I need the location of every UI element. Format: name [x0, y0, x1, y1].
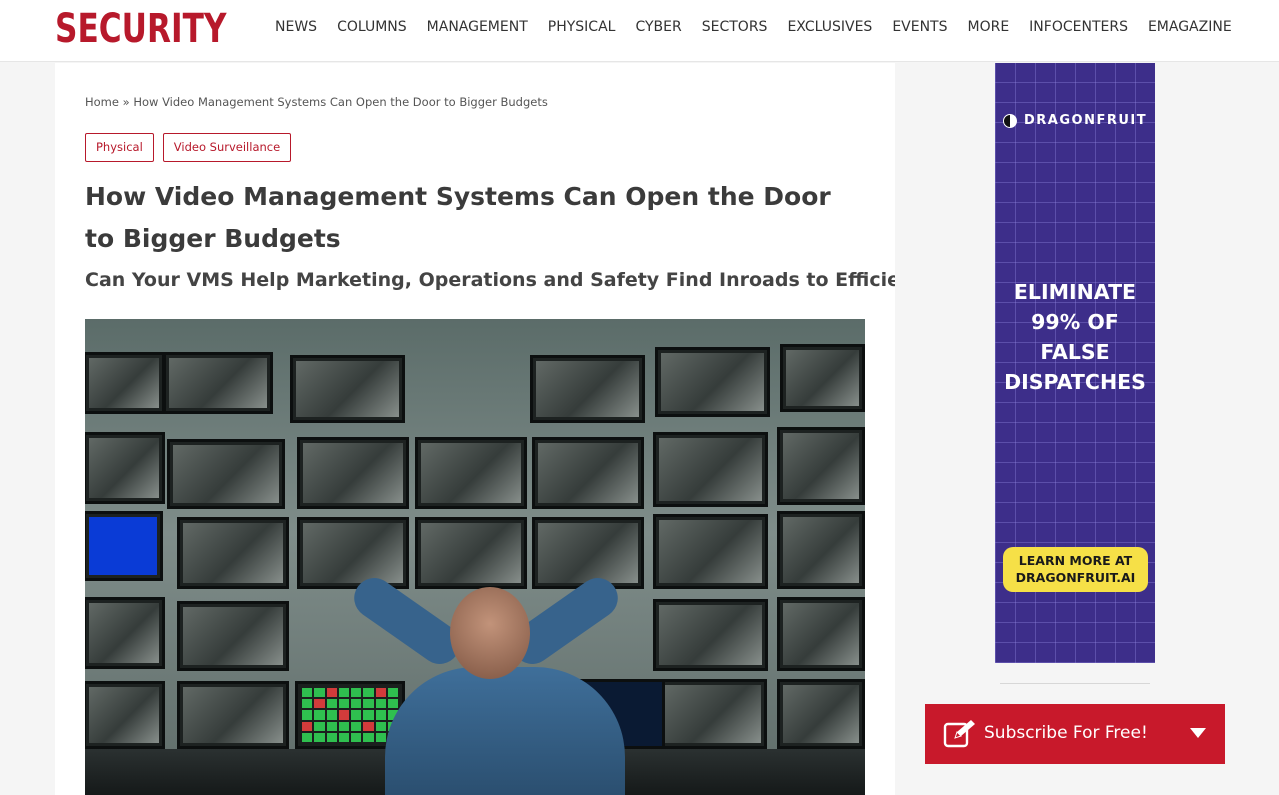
dragonfruit-ad-banner[interactable]: DRAGONFRUIT ELIMINATE 99% OF FALSE DISPA… [995, 63, 1155, 663]
monitor [653, 514, 768, 589]
monitor [177, 681, 289, 749]
nav-item-sectors[interactable]: SECTORS [692, 19, 778, 39]
monitor [85, 352, 165, 414]
monitor [777, 511, 865, 589]
subscribe-label: Subscribe For Free! [984, 723, 1148, 743]
monitor [777, 427, 865, 505]
monitor [655, 347, 770, 417]
nav-item-management[interactable]: MANAGEMENT [417, 19, 538, 39]
site-header: SECURITY NEWS COLUMNS MANAGEMENT PHYSICA… [0, 0, 1279, 62]
monitor [532, 437, 644, 509]
monitor [297, 517, 409, 589]
person-body [385, 667, 625, 795]
tag-video-surveillance[interactable]: Video Surveillance [162, 133, 292, 162]
monitor [653, 432, 768, 507]
monitor [415, 517, 527, 589]
breadcrumb-current: How Video Management Systems Can Open th… [133, 95, 548, 109]
monitor [163, 352, 273, 414]
monitor [415, 437, 527, 509]
monitor [85, 681, 165, 749]
nav-item-events[interactable]: EVENTS [882, 19, 957, 39]
nav-item-more[interactable]: MORE [958, 19, 1020, 39]
monitor [530, 355, 645, 423]
monitor [177, 517, 289, 589]
pencil-edit-icon [943, 720, 975, 748]
nav-item-columns[interactable]: COLUMNS [327, 19, 417, 39]
article-tags: Physical Video Surveillance [85, 133, 292, 162]
article-main: Home » How Video Management Systems Can … [55, 63, 895, 795]
caret-down-icon[interactable] [1190, 728, 1206, 738]
person-head [450, 587, 530, 679]
breadcrumb-separator: » [118, 95, 134, 109]
ad-cta-button[interactable]: LEARN MORE AT DRAGONFRUIT.AI [1003, 547, 1148, 592]
nav-item-physical[interactable]: PHYSICAL [538, 19, 626, 39]
breadcrumb: Home » How Video Management Systems Can … [85, 95, 548, 109]
nav-item-cyber[interactable]: CYBER [625, 19, 691, 39]
monitor-blue [85, 511, 163, 581]
monitor [85, 597, 165, 669]
ad-brand: DRAGONFRUIT [1003, 113, 1147, 128]
monitor [290, 355, 405, 423]
nav-item-emagazine[interactable]: EMAGAZINE [1138, 19, 1242, 39]
monitor [297, 437, 409, 509]
monitor [777, 679, 865, 749]
nav-item-infocenters[interactable]: INFOCENTERS [1019, 19, 1138, 39]
breadcrumb-home-link[interactable]: Home [85, 95, 119, 109]
subscribe-button[interactable]: Subscribe For Free! [925, 704, 1225, 764]
nav-item-news[interactable]: NEWS [265, 19, 327, 39]
monitor [657, 679, 767, 749]
ad-headline: ELIMINATE 99% OF FALSE DISPATCHES [1004, 280, 1146, 394]
article-hero-image [85, 319, 865, 795]
monitor [780, 344, 865, 412]
monitor [532, 517, 644, 589]
tag-physical[interactable]: Physical [85, 133, 154, 162]
ad-brand-name: DRAGONFRUIT [1024, 113, 1148, 128]
nav-item-exclusives[interactable]: EXCLUSIVES [777, 19, 882, 39]
monitor [85, 432, 165, 504]
article-subtitle: Can Your VMS Help Marketing, Operations … [85, 269, 895, 291]
monitor [653, 599, 768, 671]
monitor [177, 601, 289, 671]
sidebar-divider [1000, 683, 1150, 684]
main-nav: NEWS COLUMNS MANAGEMENT PHYSICAL CYBER S… [265, 19, 1242, 39]
dragonfruit-logo-icon [1003, 113, 1017, 128]
article-title: How Video Management Systems Can Open th… [85, 182, 831, 253]
site-logo[interactable]: SECURITY [55, 6, 227, 52]
monitor [167, 439, 285, 509]
monitor [777, 597, 865, 671]
